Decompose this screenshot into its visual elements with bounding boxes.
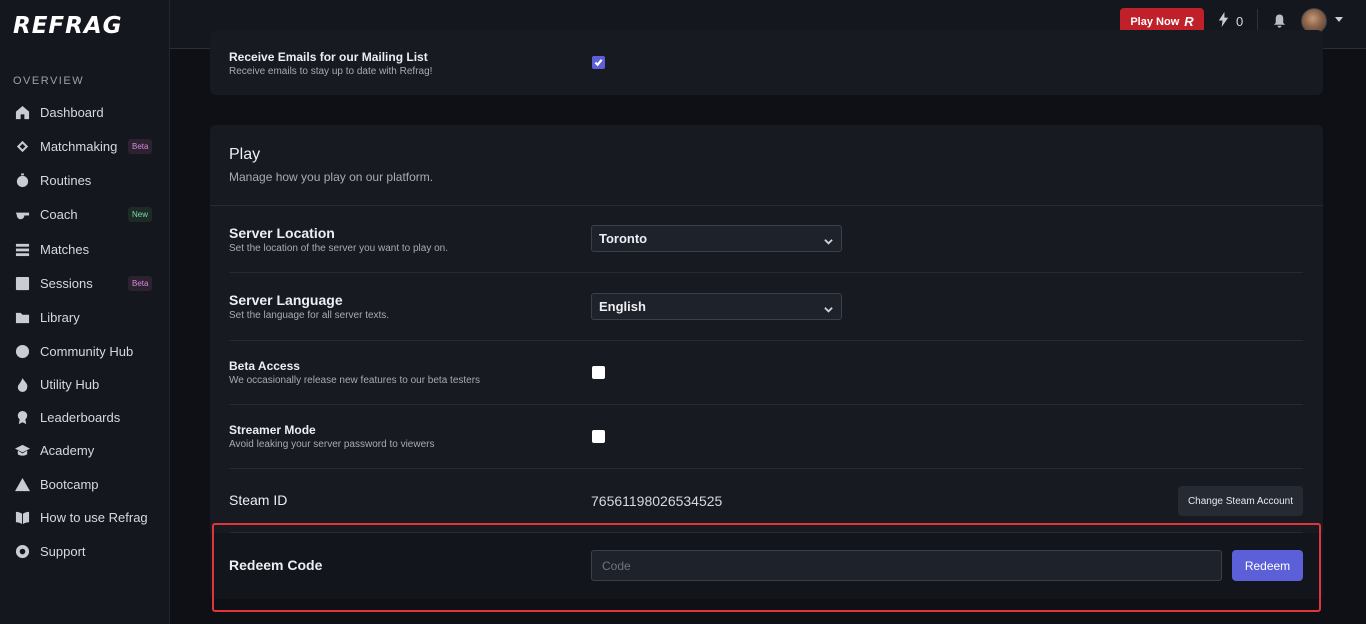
mailing-title: Receive Emails for our Mailing List [229,50,428,64]
divider [229,404,1303,405]
refrag-logo[interactable]: REFRAG [13,13,123,39]
server-language-title: Server Language [229,292,343,308]
sidebar-item-community-hub[interactable]: Community Hub [0,336,170,366]
lightning-icon [1217,12,1230,30]
divider [210,205,1323,206]
sidebar-item-leaderboards[interactable]: Leaderboards [0,402,170,432]
chevron-down-icon [824,234,833,245]
sidebar-item-label: Library [40,309,80,325]
crosshair-icon [14,138,30,154]
beta-badge: Beta [128,275,153,291]
sidebar-item-label: Matches [40,241,90,257]
check-icon [594,59,603,67]
server-language-value: English [599,299,646,314]
divider [229,272,1303,273]
streamer-mode-title: Streamer Mode [229,423,316,437]
matches-icon [14,241,30,257]
server-location-desc: Set the location of the server you want … [229,243,449,254]
fire-icon [14,376,30,392]
sidebar-item-label: Bootcamp [40,476,99,492]
sidebar-item-routines[interactable]: Routines [0,165,170,195]
sidebar-item-label: Support [40,543,86,559]
mailing-card: Receive Emails for our Mailing List Rece… [210,30,1323,95]
beta-badge: Beta [128,138,153,154]
chart-icon [14,275,30,291]
sidebar-item-label: Leaderboards [40,409,121,425]
server-location-select[interactable]: Toronto [591,225,842,252]
beta-access-checkbox[interactable] [592,366,605,379]
change-steam-account-button[interactable]: Change Steam Account [1178,486,1303,516]
energy-counter[interactable]: 0 [1217,12,1243,30]
refrag-mark-icon: R [1184,14,1194,29]
sidebar-item-matchmaking[interactable]: Matchmaking Beta [0,131,170,161]
steam-id-title: Steam ID [229,492,288,508]
sidebar-item-label: Community Hub [40,343,134,359]
server-language-desc: Set the language for all server texts. [229,310,390,321]
sidebar-item-academy[interactable]: Academy [0,435,170,465]
redeem-code-title: Redeem Code [229,557,323,573]
stopwatch-icon [14,172,30,188]
whistle-icon [14,206,30,222]
play-subtitle: Manage how you play on our platform. [229,170,434,184]
redeem-button[interactable]: Redeem [1232,550,1303,581]
sidebar-item-label: Dashboard [40,104,104,120]
mailing-checkbox[interactable] [592,56,605,69]
chevron-down-icon[interactable] [1335,17,1343,22]
divider [229,340,1303,341]
beta-access-title: Beta Access [229,359,300,373]
home-icon [14,104,30,120]
mailing-desc: Receive emails to stay up to date with R… [229,66,433,77]
sidebar-item-label: Utility Hub [40,376,100,392]
sidebar-item-utility-hub[interactable]: Utility Hub [0,369,170,399]
sidebar-item-label: Coach [40,206,78,222]
chevron-down-icon [824,302,833,313]
beta-access-desc: We occasionally release new features to … [229,375,481,386]
award-icon [14,409,30,425]
globe-icon [14,343,30,359]
sidebar-item-label: How to use Refrag [40,509,148,525]
mountain-icon [14,476,30,492]
sidebar-item-how-to-use[interactable]: How to use Refrag [0,502,170,532]
sidebar-item-label: Academy [40,442,95,458]
sidebar-section-label: OVERVIEW [13,75,85,87]
lifebuoy-icon [14,543,30,559]
new-badge: New [128,206,153,222]
sidebar-item-matches[interactable]: Matches [0,234,170,264]
redeem-code-row: Redeem Code Redeem [210,533,1323,599]
server-location-value: Toronto [599,231,648,246]
sidebar-item-dashboard[interactable]: Dashboard [0,97,170,127]
energy-count: 0 [1236,13,1244,29]
streamer-mode-desc: Avoid leaking your server password to vi… [229,439,435,450]
play-card: Play Manage how you play on our platform… [210,125,1323,599]
sidebar-item-coach[interactable]: Coach New [0,199,170,229]
sidebar-item-label: Matchmaking [40,138,118,154]
play-now-label: Play Now [1130,15,1180,28]
sidebar: REFRAG OVERVIEW Dashboard Matchmaking Be… [0,0,170,624]
streamer-mode-checkbox[interactable] [592,430,605,443]
sidebar-item-bootcamp[interactable]: Bootcamp [0,469,170,499]
redeem-code-input[interactable] [591,550,1222,581]
server-location-title: Server Location [229,225,335,241]
server-language-select[interactable]: English [591,293,842,320]
divider [229,468,1303,469]
sidebar-item-sessions[interactable]: Sessions Beta [0,268,170,298]
sidebar-item-library[interactable]: Library [0,302,170,332]
sidebar-item-label: Sessions [40,275,93,291]
steam-id-value: 76561198026534525 [591,493,723,509]
folder-icon [14,309,30,325]
graduation-cap-icon [14,442,30,458]
sidebar-item-label: Routines [40,172,92,188]
play-title: Play [229,146,261,163]
sidebar-item-support[interactable]: Support [0,536,170,566]
book-icon [14,509,30,525]
